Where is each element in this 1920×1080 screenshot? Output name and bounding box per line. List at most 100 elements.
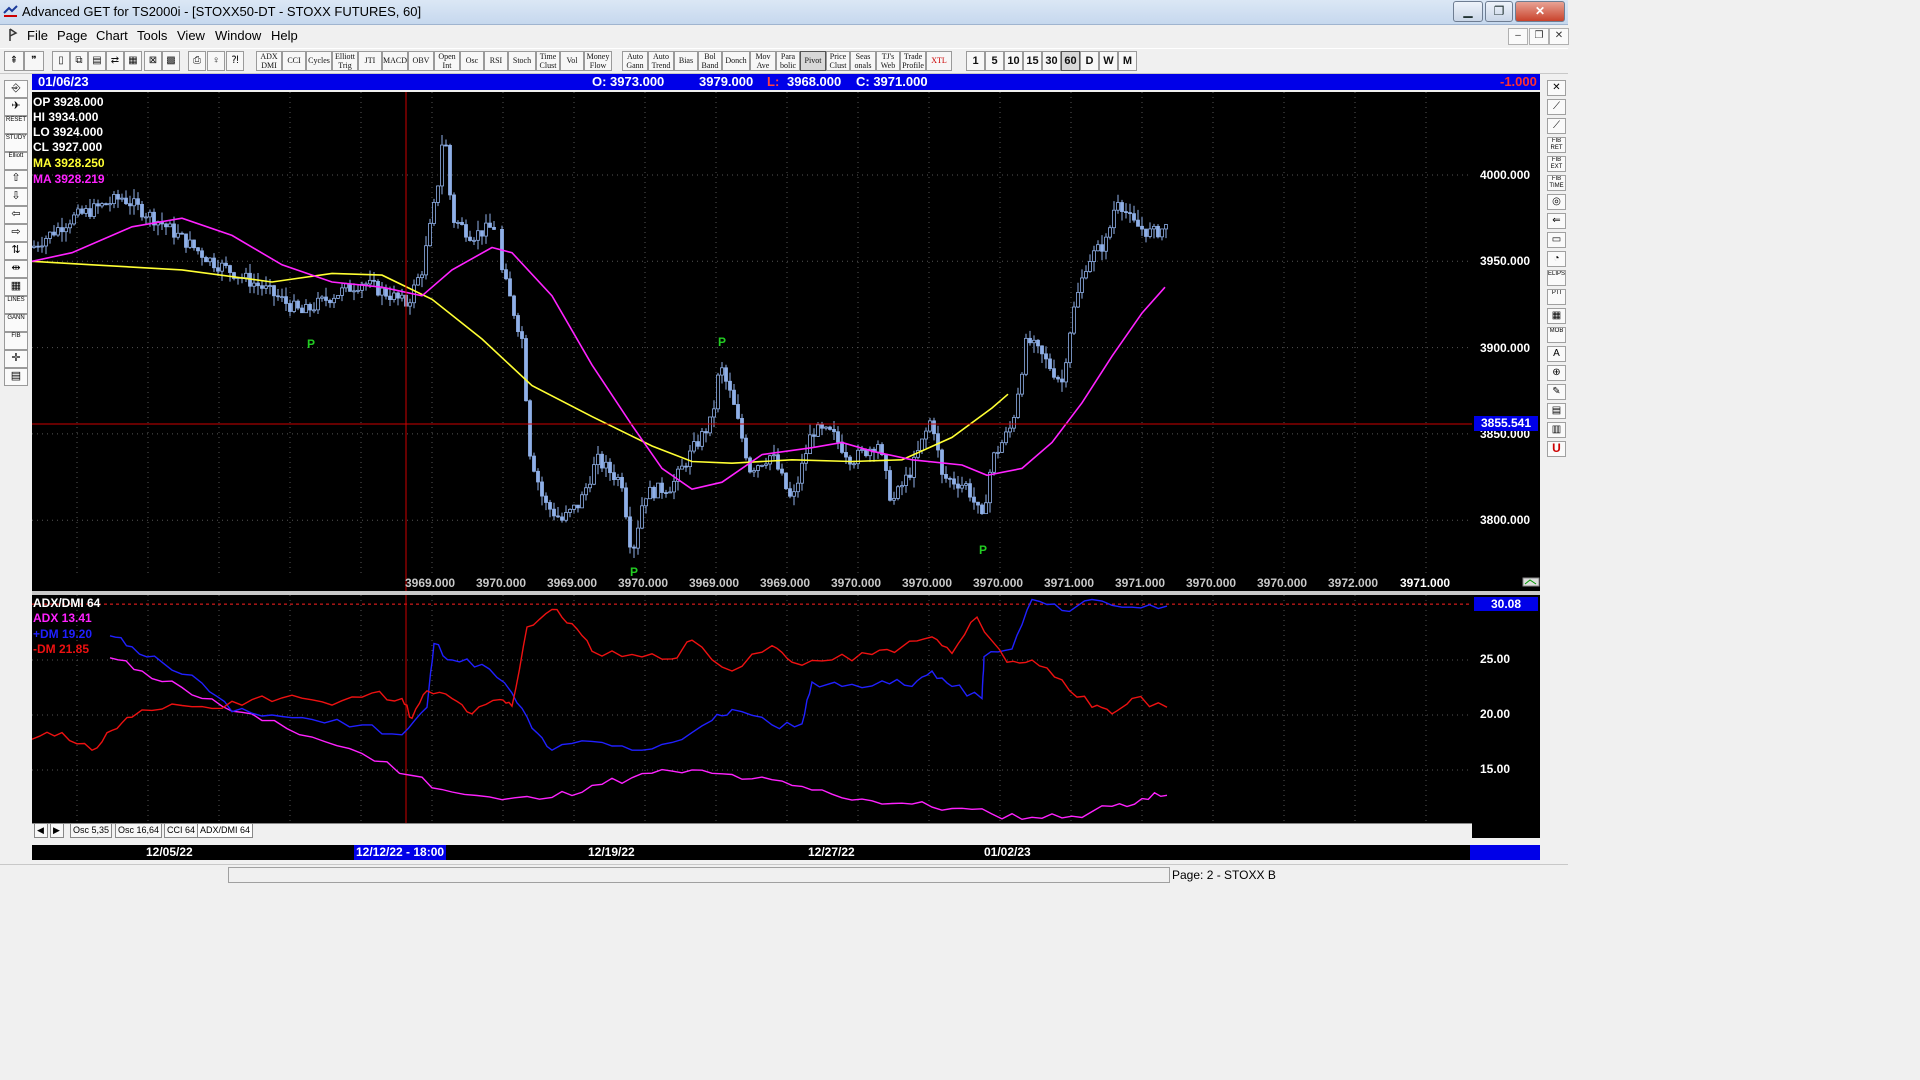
tab-scroll-left[interactable]: ◀: [34, 824, 48, 838]
left-tool-8[interactable]: ⇦: [4, 206, 28, 224]
tb-donch[interactable]: Donch: [722, 51, 750, 71]
tab-osc-16-64[interactable]: Osc 16,64: [115, 824, 163, 838]
tab-scroll-right[interactable]: ▶: [50, 824, 64, 838]
mdi-restore-button[interactable]: ❐: [1529, 28, 1549, 45]
left-tool-7[interactable]: ⇩: [4, 188, 28, 206]
left-tool-3[interactable]: RESET: [4, 116, 28, 134]
right-tool-14[interactable]: MOB: [1547, 327, 1566, 343]
period-60[interactable]: 60: [1061, 51, 1080, 71]
right-tool-16[interactable]: ⊕: [1547, 365, 1566, 381]
minimize-button[interactable]: ▁: [1453, 1, 1483, 22]
new-page-button[interactable]: ▯: [52, 51, 70, 71]
tb-time-clust[interactable]: Time Clust: [536, 51, 560, 71]
right-tool-6[interactable]: FIB TIME: [1547, 175, 1566, 191]
tb-stoch[interactable]: Stoch: [508, 51, 536, 71]
quote-button[interactable]: ❞: [24, 51, 44, 71]
tb-auto-gann[interactable]: Auto Gann: [622, 51, 648, 71]
left-tool-13[interactable]: LINES: [4, 296, 28, 314]
left-tool-2[interactable]: ✈: [4, 98, 28, 116]
tb-mov-ave[interactable]: Mov Ave: [750, 51, 776, 71]
left-tool-17[interactable]: ▤: [4, 368, 28, 386]
right-tool-19[interactable]: ▥: [1547, 422, 1566, 438]
right-tool-7[interactable]: ◎: [1547, 194, 1566, 210]
right-tool-17[interactable]: ✎: [1547, 384, 1566, 400]
period-30[interactable]: 30: [1042, 51, 1061, 71]
left-tool-1[interactable]: ⎆: [4, 80, 28, 98]
right-tool-3[interactable]: ⟋: [1547, 118, 1566, 134]
right-tool-2[interactable]: ⟋: [1547, 99, 1566, 115]
period-5[interactable]: 5: [985, 51, 1004, 71]
tb-macd[interactable]: MACD: [382, 51, 408, 71]
tip-button[interactable]: ♀: [207, 51, 225, 71]
left-tool-6[interactable]: ⇧: [4, 170, 28, 188]
right-tool-15[interactable]: A: [1547, 346, 1566, 362]
menu-page[interactable]: Page: [57, 28, 87, 43]
left-tool-4[interactable]: STUDY: [4, 134, 28, 152]
left-tool-14[interactable]: GANN: [4, 314, 28, 332]
left-tool-15[interactable]: FIB: [4, 332, 28, 350]
tb-money-flow[interactable]: Money Flow: [584, 51, 612, 71]
crosshair-button[interactable]: ⊠: [144, 51, 162, 71]
right-tool-18[interactable]: ▤: [1547, 403, 1566, 419]
period-1[interactable]: 1: [966, 51, 985, 71]
right-tool-11[interactable]: ELIPS: [1547, 270, 1566, 286]
layout-button[interactable]: ▦: [124, 51, 142, 71]
tb-xtl[interactable]: XTL: [926, 51, 952, 71]
right-tool-9[interactable]: ▭: [1547, 232, 1566, 248]
pointer-tool-button[interactable]: ⇞: [4, 51, 24, 71]
help-button[interactable]: ⁈: [226, 51, 244, 71]
left-tool-12[interactable]: ▦: [4, 278, 28, 296]
menu-file[interactable]: File: [27, 28, 48, 43]
tb-rsi[interactable]: RSI: [484, 51, 508, 71]
period-w[interactable]: W: [1099, 51, 1118, 71]
maximize-button[interactable]: ❐: [1485, 1, 1513, 22]
menu-chart[interactable]: Chart: [96, 28, 128, 43]
menu-help[interactable]: Help: [271, 28, 298, 43]
tb-obv[interactable]: OBV: [408, 51, 434, 71]
tb-cycles[interactable]: Cycles: [306, 51, 332, 71]
tb-elliott-trig[interactable]: Elliott Trig: [332, 51, 358, 71]
left-tool-11[interactable]: ⇹: [4, 260, 28, 278]
tab-cci-64[interactable]: CCI 64: [164, 824, 199, 838]
left-tool-9[interactable]: ⇨: [4, 224, 28, 242]
mdi-close-button[interactable]: ✕: [1549, 28, 1569, 45]
adx-dmi-chart[interactable]: ADX/DMI 64 ADX 13.41 +DM 19.20 -DM 21.85: [32, 595, 1472, 823]
grid-button[interactable]: ▩: [162, 51, 180, 71]
tb-bias[interactable]: Bias: [674, 51, 698, 71]
tab-adx-dmi-64[interactable]: ADX/DMI 64: [197, 824, 254, 838]
stack-button[interactable]: ▤: [88, 51, 106, 71]
tb-price-clust[interactable]: Price Clust: [826, 51, 850, 71]
period-m[interactable]: M: [1118, 51, 1137, 71]
tb-open-int[interactable]: Open Int: [434, 51, 460, 71]
tb-jti[interactable]: JTI: [358, 51, 382, 71]
scale-icon[interactable]: [1522, 576, 1540, 588]
period-d[interactable]: D: [1080, 51, 1099, 71]
tb-osc[interactable]: Osc: [460, 51, 484, 71]
menu-tools[interactable]: Tools: [137, 28, 167, 43]
right-tool-8[interactable]: ⇐: [1547, 213, 1566, 229]
menu-window[interactable]: Window: [215, 28, 261, 43]
tb-parabolic[interactable]: Para bolic: [776, 51, 800, 71]
left-tool-5[interactable]: Elliott: [4, 152, 28, 170]
mdi-minimize-button[interactable]: –: [1508, 28, 1528, 45]
copy-button[interactable]: ⧉: [70, 51, 88, 71]
right-tool-1[interactable]: ✕: [1547, 80, 1566, 96]
tab-osc-5-35[interactable]: Osc 5,35: [70, 824, 113, 838]
right-tool-20[interactable]: U: [1547, 441, 1566, 457]
price-chart[interactable]: PPPP OP 3928.000 HI 3934.000 LO 3924.000…: [32, 92, 1472, 591]
tb-auto-trend[interactable]: Auto Trend: [648, 51, 674, 71]
left-tool-16[interactable]: ✛: [4, 350, 28, 368]
tb-pivot[interactable]: Pivot: [800, 51, 826, 71]
close-button[interactable]: ✕: [1515, 1, 1565, 22]
right-tool-4[interactable]: FIB RET: [1547, 137, 1566, 153]
tb-bol-band[interactable]: Bol Band: [698, 51, 722, 71]
arrow-left-right-button[interactable]: ⇄: [106, 51, 124, 71]
tb-tj-web[interactable]: TJ's Web: [876, 51, 900, 71]
right-tool-5[interactable]: FIB EXT: [1547, 156, 1566, 172]
menu-view[interactable]: View: [177, 28, 205, 43]
tb-trade-profile[interactable]: Trade Profile: [900, 51, 926, 71]
print-button[interactable]: ⎙: [188, 51, 206, 71]
left-tool-10[interactable]: ⇅: [4, 242, 28, 260]
period-10[interactable]: 10: [1004, 51, 1023, 71]
tb-vol[interactable]: Vol: [560, 51, 584, 71]
